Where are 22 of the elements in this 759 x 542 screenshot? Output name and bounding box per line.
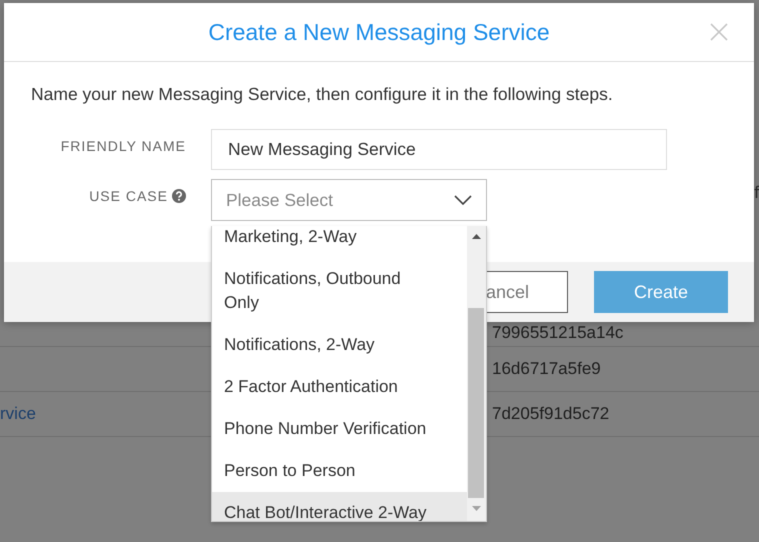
service-sid: 7d205f91d5c72 [492, 404, 610, 423]
scroll-up-icon[interactable] [472, 234, 481, 239]
partial-text: f [754, 182, 759, 204]
close-icon[interactable] [710, 23, 728, 41]
service-sid: 7996551215a14c [492, 323, 624, 342]
service-sid: 16d6717a5fe9 [492, 359, 601, 378]
scroll-down-icon[interactable] [472, 506, 481, 511]
chevron-down-icon [454, 195, 472, 205]
dropdown-option[interactable]: Person to Person [212, 450, 467, 492]
dropdown-option[interactable]: Notifications, 2-Way [212, 324, 467, 366]
friendly-name-field[interactable]: New Messaging Service [211, 129, 667, 170]
dropdown-option[interactable]: Phone Number Verification [212, 408, 467, 450]
use-case-select[interactable]: Please Select [211, 179, 487, 221]
field-label: USE CASE [89, 188, 168, 204]
scrollbar[interactable] [467, 226, 486, 521]
dropdown-option[interactable]: 2 Factor Authentication [212, 366, 467, 408]
dropdown-option[interactable]: Marketing, 2-Way [212, 226, 467, 258]
dialog-title: Create a New Messaging Service [208, 18, 550, 46]
field-label: FRIENDLY NAME [60, 138, 186, 154]
intro-text: Name your new Messaging Service, then configure it in the following steps. [31, 84, 614, 105]
scrollbar-thumb[interactable] [468, 308, 484, 498]
help-icon[interactable] [172, 189, 186, 203]
